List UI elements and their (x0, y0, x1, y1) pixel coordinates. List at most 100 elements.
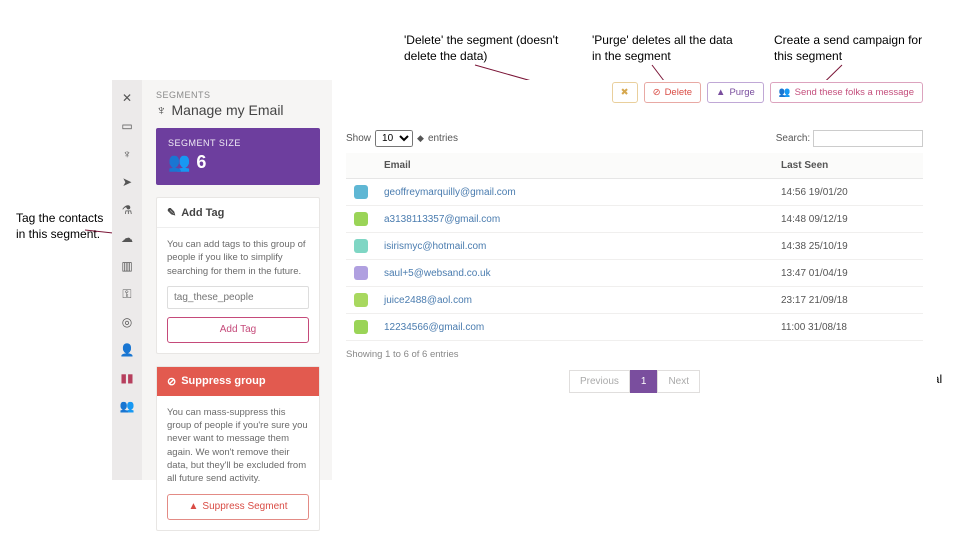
suppress-header: ⊘ Suppress group (157, 367, 319, 396)
segment-size-number: 6 (196, 152, 206, 173)
add-tag-desc: You can add tags to this group of people… (167, 238, 309, 278)
archive-icon: ▭ (121, 119, 132, 133)
page-size-select[interactable]: 10 (375, 130, 413, 147)
avatar-icon (354, 239, 368, 253)
annotation-purge: 'Purge' deletes all the data in the segm… (592, 32, 742, 64)
table-row[interactable]: isirismyc@hotmail.com14:38 25/10/19 (346, 233, 923, 260)
suppress-desc: You can mass-suppress this group of peop… (167, 406, 309, 486)
suppress-card: ⊘ Suppress group You can mass-suppress t… (156, 366, 320, 531)
target-icon: ◎ (122, 315, 132, 329)
nav-reports[interactable]: ▮▮ (112, 364, 142, 392)
users-icon: 👥 (120, 399, 135, 413)
avatar-icon (354, 266, 368, 280)
table-controls: Show 10 ◆ entries Search: (346, 130, 923, 147)
table-info: Showing 1 to 6 of 6 entries (346, 349, 923, 360)
cell-last-seen: 11:00 31/08/18 (773, 314, 923, 341)
breadcrumb: SEGMENTS (156, 90, 320, 100)
page-title-text: Manage my Email (172, 102, 284, 118)
cell-last-seen: 14:38 25/10/19 (773, 233, 923, 260)
add-tag-header: ✎ Add Tag (157, 198, 319, 228)
cell-email[interactable]: isirismyc@hotmail.com (376, 233, 773, 260)
warning-icon: ▲ (189, 500, 199, 514)
cell-email[interactable]: saul+5@websand.co.uk (376, 260, 773, 287)
suppress-button-label: Suppress Segment (202, 500, 287, 514)
settings-button[interactable]: ✖ (612, 82, 638, 103)
cloud-icon: ☁ (121, 231, 133, 245)
send-icon: ➤ (122, 175, 132, 189)
nav-target[interactable]: ◎ (112, 308, 142, 336)
page-title: ♆ Manage my Email (156, 102, 320, 118)
metric-icon: ▥ (121, 259, 132, 273)
avatar-icon (354, 293, 368, 307)
delete-button[interactable]: ⊘ Delete (644, 82, 701, 103)
content-area: ✖ ⊘ Delete ▲ Purge 👥 Send these folks a … (332, 80, 937, 480)
cell-last-seen: 13:47 01/04/19 (773, 260, 923, 287)
nav-users[interactable]: 👥 (112, 392, 142, 420)
action-row: ✖ ⊘ Delete ▲ Purge 👥 Send these folks a … (612, 82, 923, 103)
add-tag-button[interactable]: Add Tag (167, 317, 309, 343)
warning-icon: ▲ (716, 87, 725, 98)
bar-chart-icon: ▮▮ (120, 371, 133, 385)
app-shell: ✕ ▭ ♆ ➤ ⚗ ☁ ▥ ⚿ ◎ 👤 ▮▮ 👥 SEGMENTS ♆ Mana… (112, 80, 937, 480)
segment-size-value: 👥 6 (168, 152, 308, 173)
pager-next[interactable]: Next (657, 370, 700, 393)
table-row[interactable]: a3138113357@gmail.com14:48 09/12/19 (346, 206, 923, 233)
table-row[interactable]: 12234566@gmail.com11:00 31/08/18 (346, 314, 923, 341)
tools-icon: ✖ (621, 87, 629, 98)
cell-email[interactable]: juice2488@aol.com (376, 287, 773, 314)
suppress-button[interactable]: ▲ Suppress Segment (167, 494, 309, 520)
tag-input[interactable] (167, 286, 309, 309)
nav-archive[interactable]: ▭ (112, 112, 142, 140)
ban-icon: ⊘ (653, 87, 661, 98)
contacts-table: Email Last Seen geoffreymarquilly@gmail.… (346, 153, 923, 341)
main-area: SEGMENTS ♆ Manage my Email SEGMENT SIZE … (142, 80, 937, 480)
nav-user-add[interactable]: 👤 (112, 336, 142, 364)
segment-icon: ♆ (156, 102, 167, 118)
table-row[interactable]: saul+5@websand.co.uk13:47 01/04/19 (346, 260, 923, 287)
pager: Previous 1 Next (346, 370, 923, 393)
purge-label: Purge (729, 87, 754, 98)
show-label: Show (346, 133, 371, 144)
avatar-icon (354, 185, 368, 199)
cell-email[interactable]: a3138113357@gmail.com (376, 206, 773, 233)
nav-flask[interactable]: ⚗ (112, 196, 142, 224)
nav-logo[interactable]: ✕ (112, 84, 142, 112)
nav-segments[interactable]: ♆ (112, 140, 142, 168)
avatar-icon (354, 320, 368, 334)
left-column: SEGMENTS ♆ Manage my Email SEGMENT SIZE … (142, 80, 332, 480)
pager-page-1[interactable]: 1 (630, 370, 658, 393)
suppress-title: Suppress group (181, 375, 265, 387)
table-row[interactable]: geoffreymarquilly@gmail.com14:56 19/01/2… (346, 179, 923, 206)
nav-key[interactable]: ⚿ (112, 280, 142, 308)
col-last-seen[interactable]: Last Seen (773, 153, 923, 179)
nav-rail: ✕ ▭ ♆ ➤ ⚗ ☁ ▥ ⚿ ◎ 👤 ▮▮ 👥 (112, 80, 142, 480)
nav-send[interactable]: ➤ (112, 168, 142, 196)
user-add-icon: 👤 (120, 343, 135, 357)
pencil-icon: ✎ (167, 206, 176, 219)
cell-last-seen: 14:56 19/01/20 (773, 179, 923, 206)
butterfly-icon: ✕ (122, 91, 132, 105)
segment-icon: ♆ (123, 147, 132, 161)
col-email[interactable]: Email (376, 153, 773, 179)
nav-metric[interactable]: ▥ (112, 252, 142, 280)
pager-prev[interactable]: Previous (569, 370, 630, 393)
key-icon: ⚿ (122, 287, 131, 302)
cell-last-seen: 14:48 09/12/19 (773, 206, 923, 233)
annotation-delete: 'Delete' the segment (doesn't delete the… (404, 32, 574, 64)
flask-icon: ⚗ (122, 203, 133, 217)
search-input[interactable] (813, 130, 923, 147)
cell-last-seen: 23:17 21/09/18 (773, 287, 923, 314)
people-icon: 👥 (779, 87, 791, 98)
people-icon: 👥 (168, 152, 190, 173)
send-button[interactable]: 👥 Send these folks a message (770, 82, 923, 103)
table-row[interactable]: juice2488@aol.com23:17 21/09/18 (346, 287, 923, 314)
nav-cloud[interactable]: ☁ (112, 224, 142, 252)
annotation-tag: Tag the contacts in this segment. (16, 210, 106, 242)
annotation-send: Create a send campaign for this segment (774, 32, 944, 64)
segment-size-label: SEGMENT SIZE (168, 138, 308, 148)
avatar-icon (354, 212, 368, 226)
cell-email[interactable]: geoffreymarquilly@gmail.com (376, 179, 773, 206)
purge-button[interactable]: ▲ Purge (707, 82, 764, 103)
cell-email[interactable]: 12234566@gmail.com (376, 314, 773, 341)
delete-label: Delete (665, 87, 692, 98)
